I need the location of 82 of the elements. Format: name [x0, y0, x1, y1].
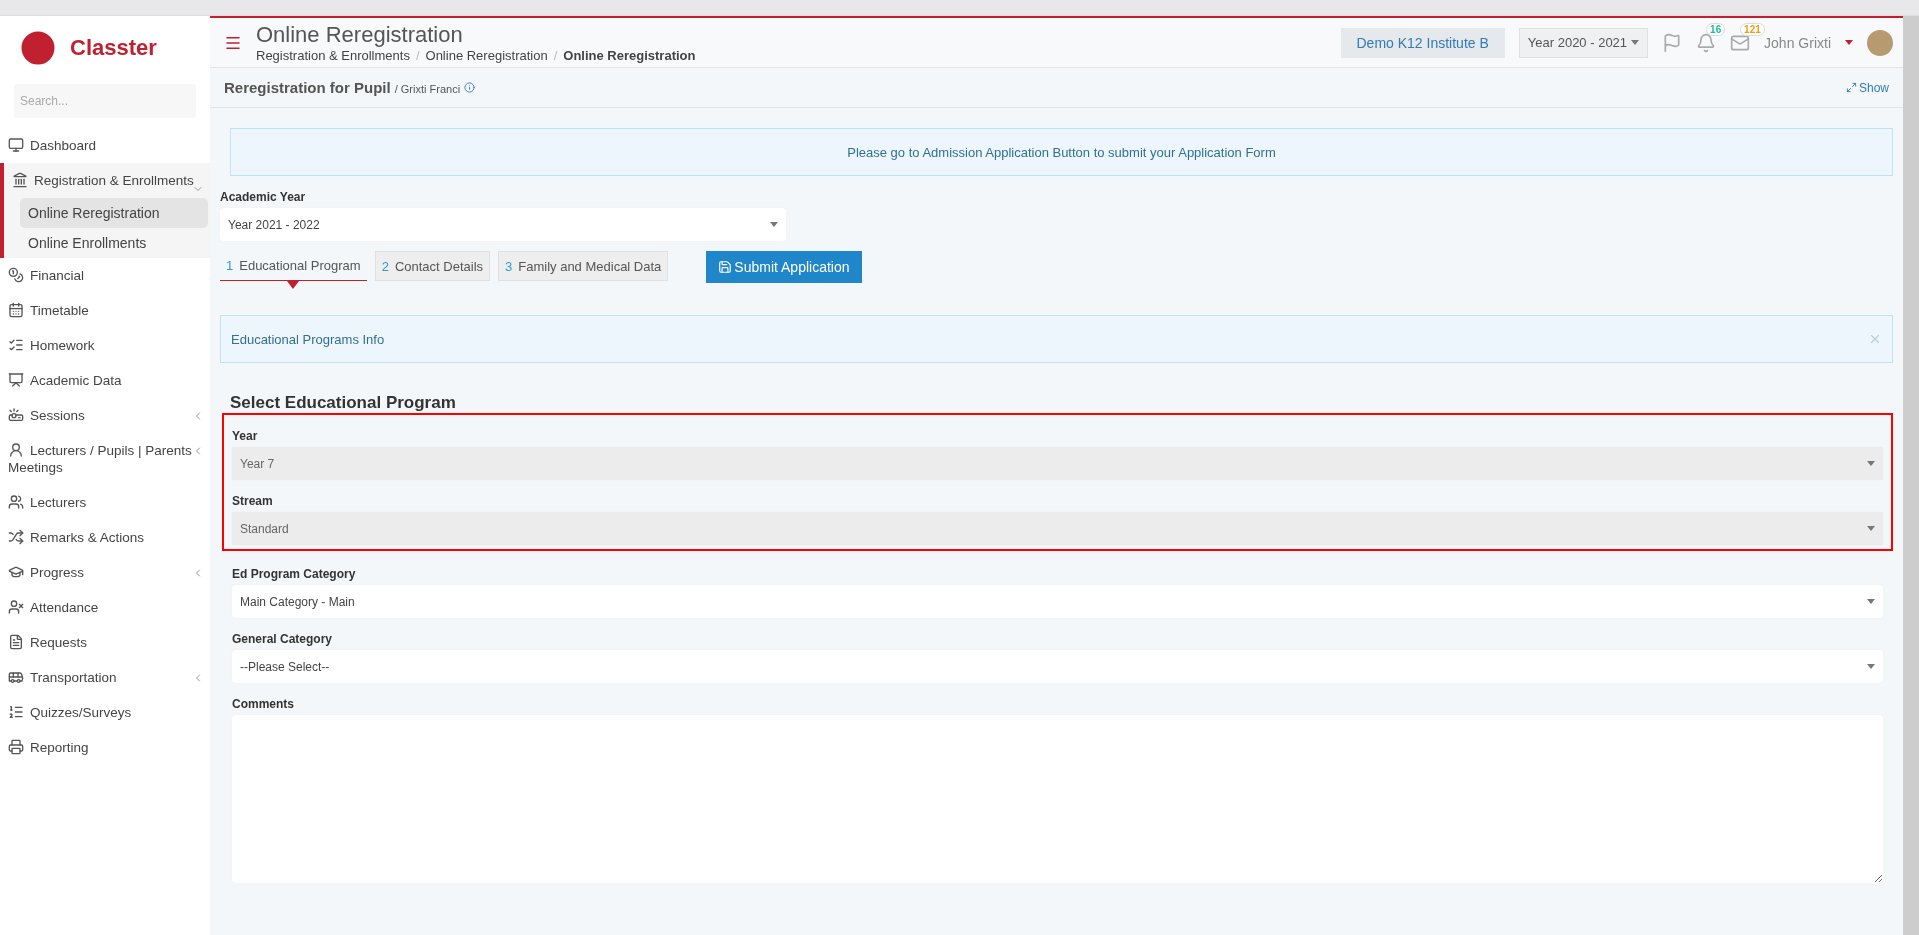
caret-icon	[1631, 40, 1640, 45]
shuffle-icon	[8, 529, 24, 545]
show-link[interactable]: Show	[1845, 80, 1889, 95]
submenu-item[interactable]: Online Enrollments	[20, 228, 208, 258]
avatar[interactable]	[1867, 29, 1893, 56]
alert-message: Please go to Admission Application Button to submit your Application Form	[230, 128, 1893, 176]
expand-icon	[1845, 82, 1857, 93]
calendar-icon	[8, 302, 24, 318]
caret-icon	[1867, 664, 1875, 669]
sidebar-item[interactable]: Sessions	[0, 398, 210, 433]
count-badge: 16	[1706, 22, 1726, 36]
scrollbar[interactable]	[1903, 16, 1919, 935]
caret-icon	[1867, 599, 1875, 604]
sidebar-item[interactable]: Lecturers	[0, 485, 210, 520]
sidebar-item[interactable]: Dashboard	[0, 128, 210, 163]
checklist-icon	[8, 337, 24, 353]
page-title: Online Reregistration	[256, 22, 464, 48]
sidebar-item[interactable]: Quizzes/Surveys	[0, 695, 210, 730]
field-label: Academic Year	[220, 190, 307, 204]
caret-icon	[1845, 40, 1853, 45]
year-dropdown[interactable]: Year 2020 - 2021	[1518, 27, 1649, 58]
graduation-cap-icon	[8, 564, 24, 580]
step-tab[interactable]: 3 Family and Medical Data	[498, 251, 669, 281]
caret-icon	[1867, 461, 1875, 466]
brand-name: Classter	[70, 35, 157, 61]
bell-icon[interactable]	[1696, 32, 1717, 53]
caret-icon	[770, 222, 778, 227]
breadcrumb-separator: /	[553, 48, 558, 63]
users-icon	[8, 494, 24, 510]
info-title[interactable]: Educational Programs Info	[231, 331, 385, 347]
user-x-icon	[8, 599, 24, 615]
document-icon	[8, 634, 24, 650]
pupil-name: / Grixti Franci	[394, 83, 461, 95]
pointer-icon	[287, 281, 300, 289]
breadcrumb-separator: /	[415, 48, 420, 63]
laptop-icon	[8, 137, 24, 153]
sidebar-item[interactable]: Remarks & Actions	[0, 520, 210, 555]
user-icon	[8, 442, 24, 458]
flag-icon[interactable]	[1662, 32, 1683, 53]
sidebar-item[interactable]: Homework	[0, 328, 210, 363]
save-icon	[718, 260, 733, 274]
printer-icon	[8, 739, 24, 755]
sidebar-item[interactable]: Progress	[0, 555, 210, 590]
breadcrumb[interactable]: Registration & Enrollments	[256, 48, 410, 63]
close-icon[interactable]	[1868, 332, 1882, 346]
breadcrumb[interactable]: Online Reregistration	[563, 48, 696, 63]
sidebar-item[interactable]: Timetable	[0, 293, 210, 328]
breadcrumb[interactable]: Online Reregistration	[425, 48, 548, 63]
logo-icon	[20, 30, 56, 66]
comments-field[interactable]	[232, 715, 1883, 883]
caret-icon	[1867, 526, 1875, 531]
projector-icon	[8, 407, 24, 423]
institute-button[interactable]: Demo K12 Institute B	[1340, 27, 1505, 58]
field-label: Ed Program Category	[232, 567, 357, 581]
select-field[interactable]: Year 2021 - 2022	[220, 208, 786, 241]
search-field[interactable]: Search...	[14, 84, 196, 118]
submenu-item[interactable]: Online Reregistration	[20, 198, 208, 228]
count-badge: 121	[1740, 22, 1765, 36]
coins-icon	[8, 267, 24, 283]
field-label: Comments	[232, 697, 295, 711]
field-label: Year	[232, 429, 259, 443]
bus-icon	[8, 669, 24, 685]
sidebar-item[interactable]: Financial	[0, 258, 210, 293]
sidebar-item[interactable]: Lecturers / Pupils | Parents Meetings	[0, 433, 210, 485]
sidebar-item[interactable]: Attendance	[0, 590, 210, 625]
step-tab[interactable]: 2 Contact Details	[374, 251, 491, 281]
select-field[interactable]: --Please Select--	[232, 650, 1883, 683]
step-tab[interactable]: 1 Educational Program	[220, 251, 367, 281]
field-label: General Category	[232, 632, 334, 646]
sidebar-item[interactable]: Requests	[0, 625, 210, 660]
list-icon	[8, 704, 24, 720]
sidebar-item[interactable]: Transportation	[0, 660, 210, 695]
select-field[interactable]: Main Category - Main	[232, 585, 1883, 618]
section-title: Reregistration for Pupil	[224, 79, 391, 96]
sidebar-item[interactable]: Reporting	[0, 730, 210, 765]
presentation-icon	[8, 372, 24, 388]
bank-icon	[12, 172, 28, 188]
field-label: Stream	[232, 494, 274, 508]
submit-button[interactable]: Submit Application	[706, 251, 862, 283]
info-icon[interactable]	[463, 82, 475, 93]
sidebar-item[interactable]: Academic Data	[0, 363, 210, 398]
section-heading: Select Educational Program	[230, 393, 457, 413]
